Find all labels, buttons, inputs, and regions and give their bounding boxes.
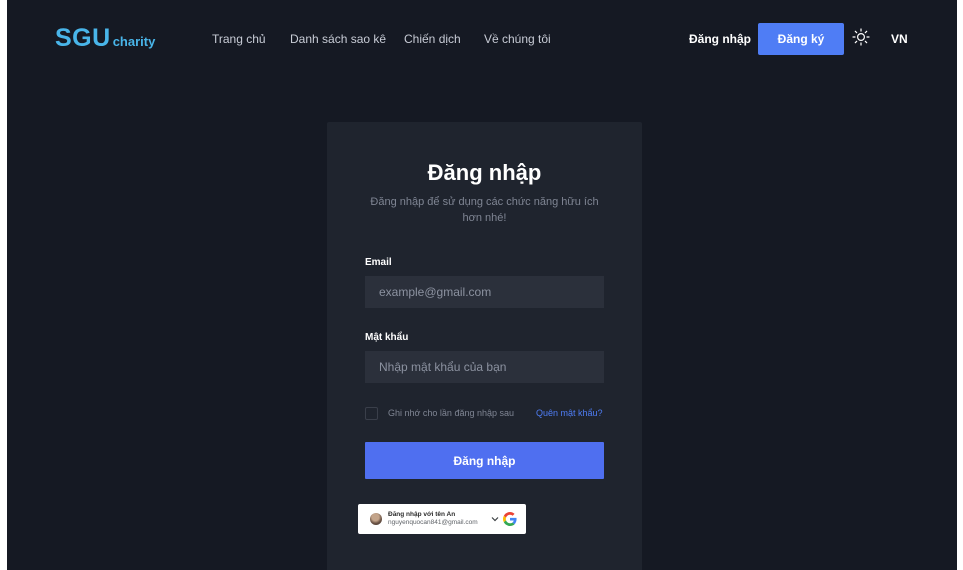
language-switcher[interactable]: VN [891,32,908,46]
email-field[interactable] [365,276,604,308]
avatar [370,513,382,525]
logo-main: SGU [55,24,111,52]
password-field[interactable] [365,351,604,383]
nav-item-home[interactable]: Trang chủ [212,32,266,46]
google-account-name: Đăng nhập với tên An [388,511,456,518]
register-button[interactable]: Đăng ký [758,23,844,55]
header-login-link[interactable]: Đăng nhập [689,32,751,46]
app-window: SGU charity Trang chủ Danh sách sao kê Ch… [7,0,957,570]
email-label: Email [365,257,392,268]
logo-sub: charity [112,34,156,49]
login-title: Đăng nhập [427,160,542,185]
google-account-email: nguyenquocan841@gmail.com [388,519,478,526]
google-icon [503,512,517,526]
chevron-down-icon [491,517,499,522]
remember-checkbox[interactable] [365,407,378,420]
login-submit-button[interactable]: Đăng nhập [365,442,604,479]
login-subtitle: Đăng nhập để sử dụng các chức năng hữu í… [370,196,599,224]
nav-item-statements[interactable]: Danh sách sao kê [290,32,386,46]
login-card: Đăng nhập Đăng nhập để sử dụng các chức … [327,122,642,570]
forgot-password-link[interactable]: Quên mật khẩu? [536,408,603,418]
remember-label: Ghi nhớ cho lần đăng nhập sau [388,408,514,418]
sun-icon[interactable] [852,28,870,46]
logo[interactable]: SGU charity [55,24,155,53]
nav-item-campaigns[interactable]: Chiến dịch [404,32,461,46]
google-signin-button[interactable]: Đăng nhập với tên An nguyenquocan841@gma… [358,504,526,534]
password-label: Mật khẩu [365,332,409,343]
nav-item-about[interactable]: Về chúng tôi [484,32,551,46]
